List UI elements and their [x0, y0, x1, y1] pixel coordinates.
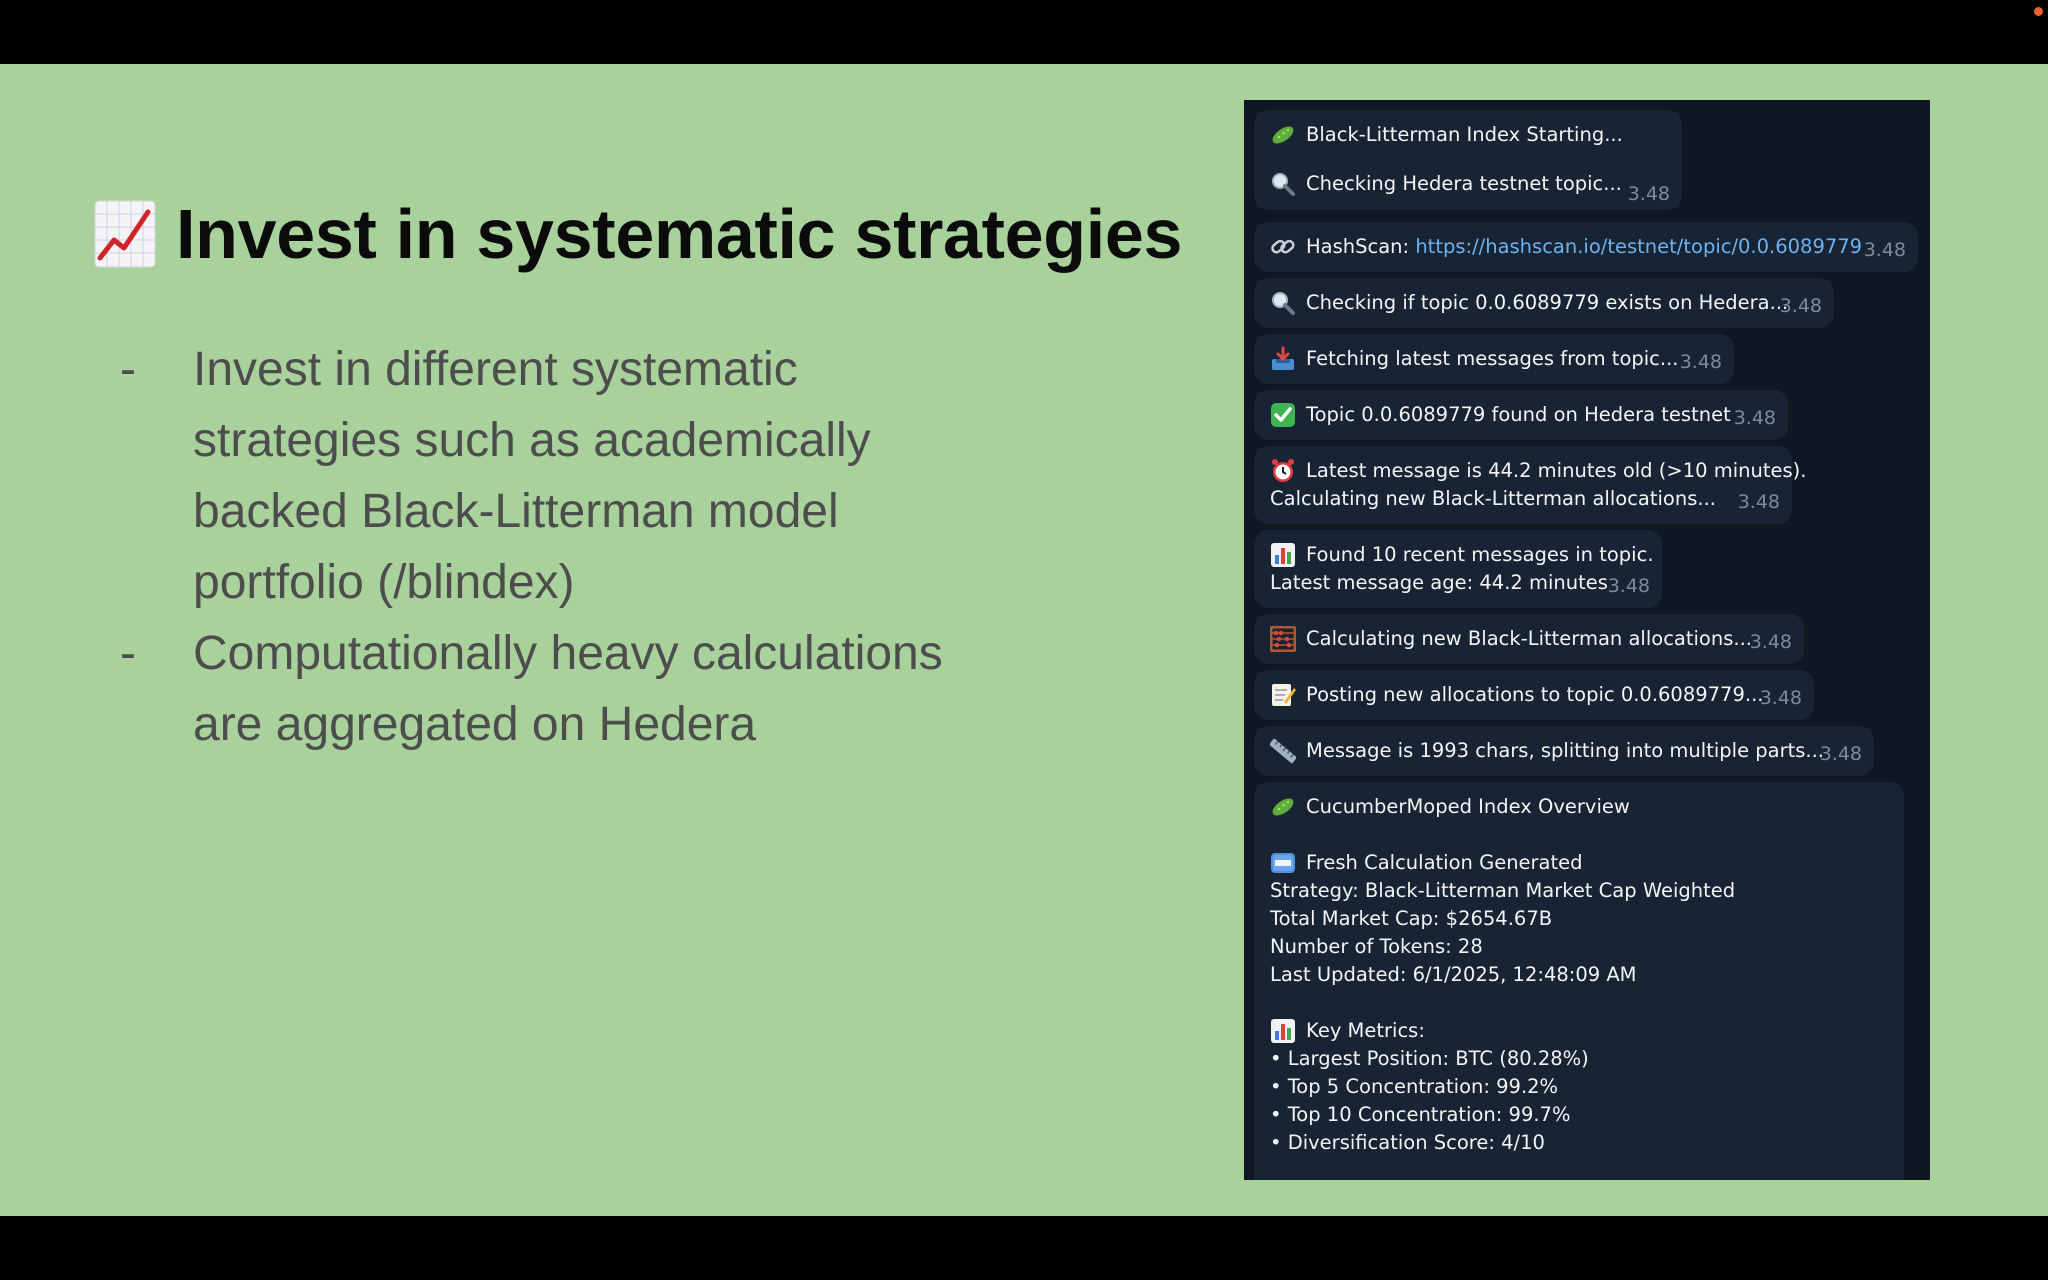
overview-header: CucumberMoped Index Overview — [1306, 795, 1630, 818]
chat-message: Checking if topic 0.0.6089779 exists on … — [1254, 278, 1834, 328]
hashscan-link[interactable]: https://hashscan.io/testnet/topic/0.0.60… — [1415, 233, 1862, 261]
message-timestamp: 3.48 — [1779, 295, 1822, 317]
alarm-clock-icon — [1270, 458, 1296, 484]
chat-screenshot-panel: Black-Litterman Index Starting... Checki… — [1244, 100, 1930, 1180]
overview-metric: • Diversification Score: 4/10 — [1270, 1131, 1545, 1154]
bar-chart-icon — [1270, 1018, 1296, 1044]
bullet-marker: - — [120, 627, 136, 680]
chat-message: Posting new allocations to topic 0.0.608… — [1254, 670, 1814, 720]
chat-message: Checking Hedera testnet topic... 3.48 — [1254, 166, 1682, 216]
bullet-item: - Invest in different systematic strateg… — [120, 334, 1140, 618]
message-timestamp: 3.48 — [1607, 575, 1650, 597]
recording-indicator-dot — [2034, 7, 2043, 16]
bullet-text: Computationally heavy calculations are a… — [193, 627, 943, 751]
cucumber-icon — [1270, 794, 1296, 820]
slide-title: Invest in systematic strategies — [176, 195, 1183, 273]
bullet-list: - Invest in different systematic strateg… — [120, 334, 1140, 760]
magnifier-icon — [1270, 171, 1296, 197]
presentation-slide: Invest in systematic strategies - Invest… — [0, 64, 2048, 1216]
chart-increasing-icon — [94, 200, 156, 268]
chat-message: Topic 0.0.6089779 found on Hedera testne… — [1254, 390, 1788, 440]
memo-icon — [1270, 682, 1296, 708]
message-timestamp: 3.48 — [1737, 491, 1780, 513]
bullet-item: - Computationally heavy calculations are… — [120, 618, 1140, 760]
ruler-icon — [1270, 738, 1296, 764]
overview-metric: • Top 10 Concentration: 99.7% — [1270, 1103, 1571, 1126]
bar-chart-icon — [1270, 542, 1296, 568]
message-timestamp: 3.48 — [1679, 351, 1722, 373]
slide-title-row: Invest in systematic strategies — [94, 184, 1182, 284]
chat-message: Message is 1993 chars, splitting into mu… — [1254, 726, 1874, 776]
bullet-marker: - — [120, 343, 136, 396]
inbox-tray-icon — [1270, 346, 1296, 372]
overview-detail: Total Market Cap: $2654.67B — [1270, 907, 1553, 930]
message-timestamp: 3.48 — [1733, 407, 1776, 429]
message-timestamp: 3.48 — [1627, 183, 1670, 205]
chat-message: Latest message is 44.2 minutes old (>10 … — [1254, 446, 1806, 524]
overview-metrics-header: Key Metrics: — [1306, 1019, 1425, 1042]
chat-message: Found 10 recent messages in topic. Lates… — [1254, 530, 1662, 608]
new-badge-icon — [1270, 850, 1296, 876]
chat-message: Calculating new Black-Litterman allocati… — [1254, 614, 1804, 664]
chat-message: HashScan: https://hashscan.io/testnet/to… — [1254, 222, 1918, 272]
overview-detail: Strategy: Black-Litterman Market Cap Wei… — [1270, 879, 1736, 902]
bottom-letterbox-bar — [0, 1216, 2048, 1280]
message-timestamp: 3.48 — [1819, 743, 1862, 765]
overview-detail: Number of Tokens: 28 — [1270, 935, 1483, 958]
overview-metric: • Largest Position: BTC (80.28%) — [1270, 1047, 1589, 1070]
link-icon — [1270, 234, 1296, 260]
cucumber-icon — [1270, 122, 1296, 148]
top-letterbox-bar — [0, 0, 2048, 64]
message-timestamp: 3.48 — [1863, 239, 1906, 261]
magnifier-icon — [1270, 290, 1296, 316]
overview-metric: • Top 5 Concentration: 99.2% — [1270, 1075, 1559, 1098]
message-timestamp: 3.48 — [1749, 631, 1792, 653]
check-mark-icon — [1270, 402, 1296, 428]
abacus-icon — [1270, 626, 1296, 652]
index-overview-message: CucumberMoped Index Overview Fresh Calcu… — [1254, 782, 1904, 1180]
message-timestamp: 3.48 — [1759, 687, 1802, 709]
bullet-text: Invest in different systematic strategie… — [193, 343, 871, 609]
chat-message: Fetching latest messages from topic... 3… — [1254, 334, 1734, 384]
overview-fresh: Fresh Calculation Generated — [1306, 851, 1583, 874]
overview-detail: Last Updated: 6/1/2025, 12:48:09 AM — [1270, 963, 1637, 986]
